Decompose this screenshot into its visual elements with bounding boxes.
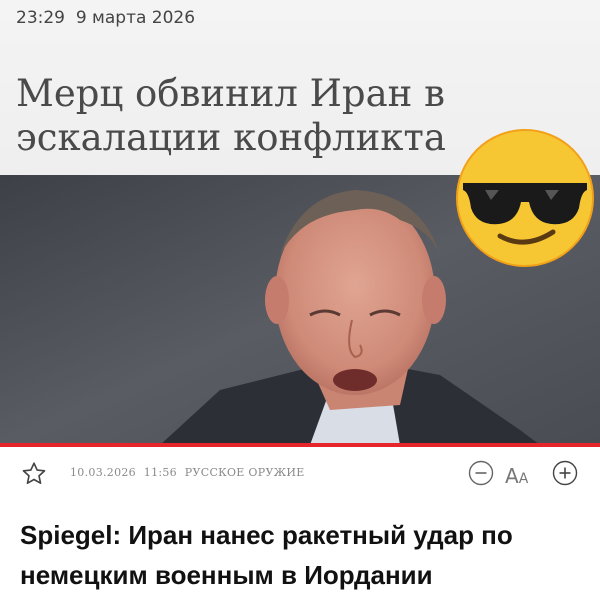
bookmark-button[interactable] (20, 460, 48, 488)
font-size-label: АА (505, 464, 528, 488)
accent-divider (0, 443, 600, 447)
meta-date: 10.03.2026 (70, 466, 136, 479)
minus-circle-icon (468, 460, 494, 486)
article-meta-row: 10.03.2026 11:56 РУССКОЕ ОРУЖИЕ АА (0, 452, 600, 498)
article-meta: 10.03.2026 11:56 РУССКОЕ ОРУЖИЕ (70, 466, 309, 479)
meta-time: 11:56 (143, 466, 177, 479)
increase-font-button[interactable] (552, 460, 578, 490)
sunglasses-emoji (455, 128, 595, 268)
article-title: Spiegel: Иран нанес ракетный удар по нем… (20, 520, 513, 590)
meta-category[interactable]: РУССКОЕ ОРУЖИЕ (185, 466, 305, 479)
time: 23:29 (16, 8, 65, 28)
plus-circle-icon (552, 460, 578, 486)
star-icon (22, 462, 46, 485)
font-label-big: А (505, 464, 519, 488)
sunglasses-emoji-icon (456, 129, 594, 267)
date: 9 марта 2026 (75, 8, 196, 28)
decrease-font-button[interactable] (468, 460, 494, 490)
font-label-small: А (518, 471, 529, 487)
timestamp: 23:29 9 марта 2026 (16, 8, 195, 28)
